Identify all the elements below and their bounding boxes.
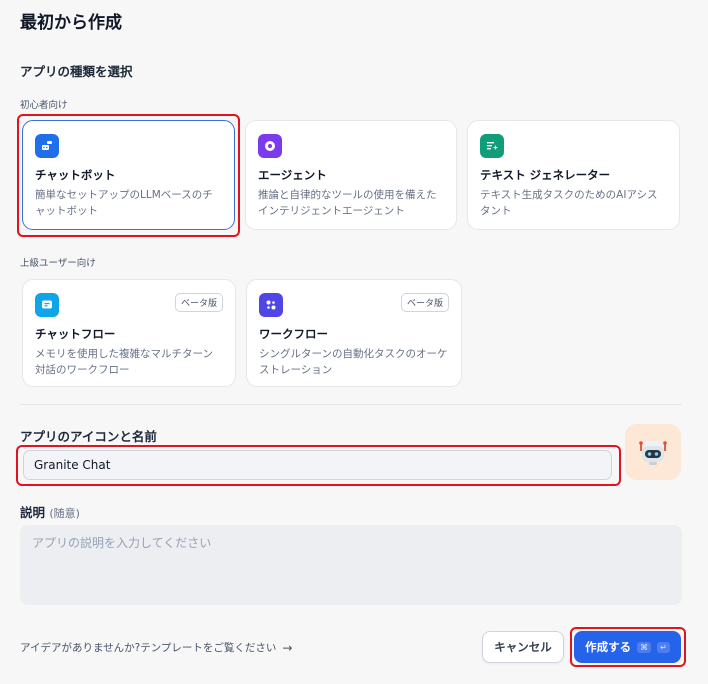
command-key-icon: ⌘ bbox=[637, 641, 652, 653]
create-button-label: 作成する bbox=[585, 640, 632, 654]
text-generator-icon bbox=[480, 134, 504, 158]
app-type-section-label: アプリの種類を選択 bbox=[20, 64, 133, 79]
card-text-generator[interactable]: テキスト ジェネレーター テキスト生成タスクのためのAIアシスタント bbox=[467, 120, 680, 230]
chatflow-icon bbox=[35, 293, 59, 317]
description-field-label: 説明 (随意) bbox=[20, 502, 80, 521]
name-field-label: アプリのアイコンと名前 bbox=[20, 429, 157, 444]
app-name-input[interactable] bbox=[23, 450, 612, 480]
optional-label: (随意) bbox=[49, 507, 80, 520]
advanced-group-label: 上級ユーザー向け bbox=[20, 258, 96, 269]
beginner-group-label: 初心者向け bbox=[20, 100, 68, 111]
template-link-text: アイデアがありませんか?テンプレートをご覧ください bbox=[20, 642, 277, 654]
cancel-button[interactable]: キャンセル bbox=[482, 631, 564, 663]
card-chatbot-title: チャットボット bbox=[35, 168, 116, 182]
agent-icon bbox=[258, 134, 282, 158]
card-chatflow-desc: メモリを使用した複雑なマルチターン対話のワークフロー bbox=[35, 348, 213, 376]
card-chatbot-desc: 簡単なセットアップのLLMベースのチャットボット bbox=[35, 189, 213, 217]
card-workflow-desc: シングルターンの自動化タスクのオーケストレーション bbox=[259, 348, 448, 376]
description-label-text: 説明 bbox=[20, 505, 46, 520]
card-chatflow[interactable]: ベータ版 チャットフロー メモリを使用した複雑なマルチターン対話のワークフロー bbox=[22, 279, 236, 387]
description-input[interactable] bbox=[20, 525, 682, 605]
workflow-beta-badge: ベータ版 bbox=[400, 293, 449, 312]
card-agent[interactable]: エージェント 推論と自律的なツールの使用を備えたインテリジェントエージェント bbox=[245, 120, 457, 230]
chatflow-beta-badge: ベータ版 bbox=[174, 293, 223, 312]
template-link[interactable]: アイデアがありませんか?テンプレートをご覧ください → bbox=[20, 640, 292, 655]
create-button[interactable]: 作成する ⌘ ↵ bbox=[574, 631, 681, 663]
enter-key-icon: ↵ bbox=[657, 641, 670, 653]
card-text-generator-title: テキスト ジェネレーター bbox=[480, 168, 611, 182]
chatbot-icon bbox=[35, 134, 59, 158]
card-workflow[interactable]: ベータ版 ワークフロー シングルターンの自動化タスクのオーケストレーション bbox=[246, 279, 462, 387]
arrow-right-icon: → bbox=[282, 640, 293, 655]
divider bbox=[20, 404, 682, 405]
card-chatbot[interactable]: チャットボット 簡単なセットアップのLLMベースのチャットボット bbox=[22, 120, 235, 230]
card-text-generator-desc: テキスト生成タスクのためのAIアシスタント bbox=[480, 189, 658, 217]
dialog-title: 最初から作成 bbox=[20, 13, 122, 33]
card-chatflow-title: チャットフロー bbox=[35, 327, 116, 341]
robot-icon bbox=[639, 441, 667, 465]
card-agent-desc: 推論と自律的なツールの使用を備えたインテリジェントエージェント bbox=[258, 189, 437, 217]
workflow-icon bbox=[259, 293, 283, 317]
card-agent-title: エージェント bbox=[258, 168, 327, 182]
cancel-button-label: キャンセル bbox=[494, 640, 552, 654]
app-icon-picker[interactable] bbox=[625, 424, 681, 480]
card-workflow-title: ワークフロー bbox=[259, 327, 328, 341]
